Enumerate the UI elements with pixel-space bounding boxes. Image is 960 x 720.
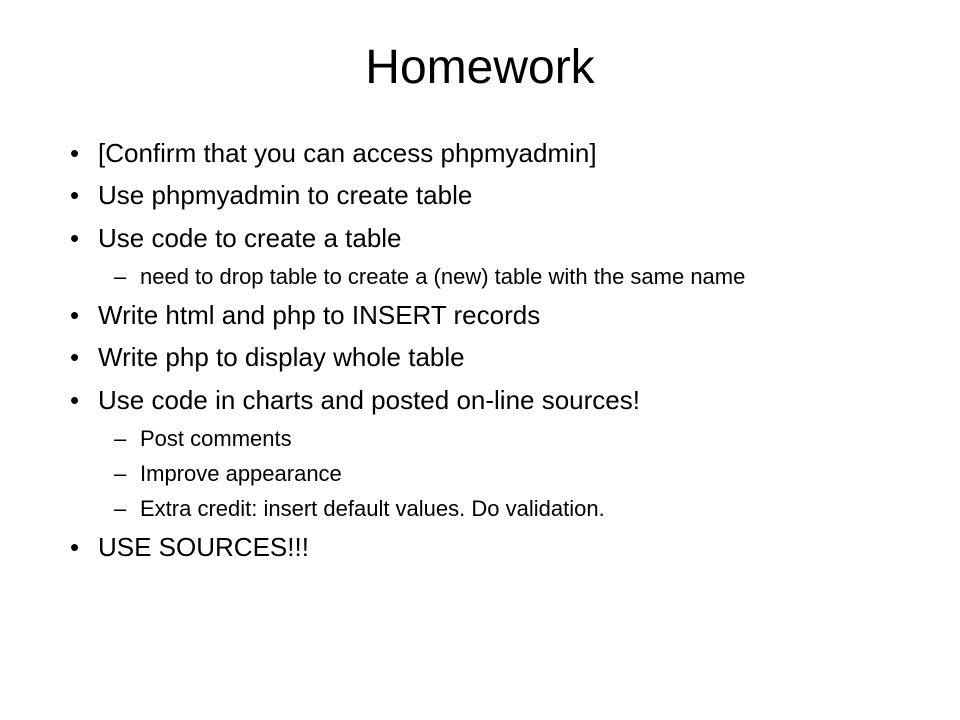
bullet-item: Use code in charts and posted on-line so…	[70, 382, 910, 418]
bullet-item: Write php to display whole table	[70, 339, 910, 375]
sub-bullet-item: Extra credit: insert default values. Do …	[70, 494, 910, 525]
sub-bullet-list: Post comments Improve appearance Extra c…	[70, 424, 910, 524]
bullet-item: Use code to create a table	[70, 220, 910, 256]
slide-title: Homework	[50, 40, 910, 95]
bullet-item: USE SOURCES!!!	[70, 529, 910, 565]
sub-bullet-list: need to drop table to create a (new) tab…	[70, 262, 910, 293]
bullet-item: Use phpmyadmin to create table	[70, 177, 910, 213]
bullet-list: [Confirm that you can access phpmyadmin]…	[70, 135, 910, 565]
sub-bullet-item: Post comments	[70, 424, 910, 455]
slide-content: [Confirm that you can access phpmyadmin]…	[50, 135, 910, 565]
sub-bullet-item: Improve appearance	[70, 459, 910, 490]
bullet-item: [Confirm that you can access phpmyadmin]	[70, 135, 910, 171]
bullet-item: Write html and php to INSERT records	[70, 297, 910, 333]
sub-bullet-item: need to drop table to create a (new) tab…	[70, 262, 910, 293]
